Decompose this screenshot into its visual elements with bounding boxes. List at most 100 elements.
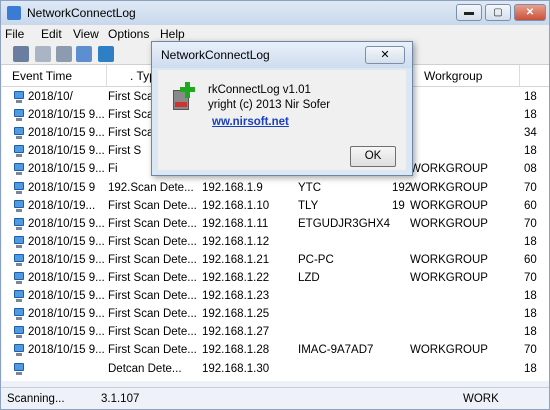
- status-bar: Scanning... 3.1.107 WORK: [1, 387, 549, 409]
- column-workgroup[interactable]: Workgroup: [424, 69, 482, 83]
- computer-icon: [13, 91, 25, 104]
- save-icon[interactable]: [13, 46, 29, 62]
- close-button[interactable]: ✕: [514, 4, 546, 21]
- cell-time: 2018/10/15 9: [28, 181, 96, 194]
- network-app-icon: [7, 6, 21, 20]
- cell-extra: 18: [524, 290, 537, 303]
- table-row[interactable]: 2018/10/15 9... First Scan Dete... 192.168…: [2, 342, 549, 360]
- cell-time: 2018/10/15 9...: [28, 308, 105, 321]
- menu-edit[interactable]: Edit: [41, 27, 62, 41]
- cell-type: Detcan Dete...: [108, 362, 182, 375]
- table-row[interactable]: 2018/10/15 9... First Scan Dete... 192.168…: [2, 270, 549, 288]
- cell-type: First Scan Dete...: [108, 199, 197, 212]
- cell-workgroup: WORKGROUP: [410, 344, 488, 357]
- cell-extra: 70: [524, 181, 537, 194]
- maximize-button[interactable]: ▢: [485, 4, 511, 21]
- computer-icon: [13, 109, 25, 122]
- table-row[interactable]: 2018/10/15 9... First Scan Dete... 192.168…: [2, 306, 549, 324]
- menu-view[interactable]: View: [73, 27, 99, 41]
- cell-ip: 192.168.1.27: [202, 326, 270, 339]
- table-row[interactable]: 2018/10/15 9... First Scan Dete... 192.168…: [2, 252, 549, 270]
- cell-type: Fi: [108, 163, 118, 176]
- cell-host: ETGUDJR3GHX4: [298, 217, 391, 230]
- cell-time: 2018/10/15 9...: [28, 344, 105, 357]
- dialog-copyright: yright (c) 2013 Nir Sofer: [208, 99, 331, 111]
- cell-time: 2018/10/15 9...: [28, 290, 105, 303]
- menu-help[interactable]: Help: [160, 27, 185, 41]
- table-row[interactable]: 2018/10/15 9... First Scan Dete... 192.168…: [2, 216, 549, 234]
- dialog-close-button[interactable]: ✕: [365, 46, 405, 64]
- cell-extra: 70: [524, 344, 537, 357]
- cell-workgroup: WORKGROUP: [410, 163, 488, 176]
- minimize-button[interactable]: ▬: [456, 4, 482, 21]
- cell-host: LZD: [298, 272, 320, 284]
- cell-extra: 60: [524, 253, 537, 266]
- table-row[interactable]: 2018/10/19... First Scan Dete... 192.168.1…: [2, 198, 549, 216]
- computer-icon: [13, 272, 25, 285]
- table-row[interactable]: 2018/10/15 9 192.Scan Dete... 192.168.1.9 Y…: [2, 180, 549, 198]
- status-text: Scanning...: [7, 393, 65, 405]
- cell-ip: 192.168.1.10: [202, 199, 270, 212]
- cell-workgroup: WORKGROUP: [410, 217, 488, 230]
- cell-type: First Scan Dete...: [108, 253, 197, 266]
- cell-time: 2018/10/15 9...: [28, 127, 105, 140]
- window-title: NetworkConnectLog: [27, 6, 136, 20]
- dialog-body: rkConnectLog v1.01 yright (c) 2013 Nir S…: [158, 70, 406, 170]
- cell-type: 192.Scan Dete...: [108, 181, 194, 194]
- cell-type: First S: [108, 145, 142, 158]
- cell-type: First Scan Dete...: [108, 217, 197, 230]
- cell-time: 2018/10/15 9...: [28, 235, 105, 248]
- title-bar: NetworkConnectLog ▬ ▢ ✕: [1, 1, 549, 25]
- computer-icon: [13, 344, 25, 357]
- cell-time: 2018/10/15 9...: [28, 217, 105, 230]
- column-event-time[interactable]: Event Time: [12, 69, 72, 83]
- computer-icon: [13, 181, 25, 195]
- status-right-fragment: WORK: [463, 393, 499, 405]
- menu-file[interactable]: File: [5, 27, 24, 41]
- html-report-icon[interactable]: [56, 46, 72, 62]
- about-dialog: NetworkConnectLog ✕ rkConnectLog v1.01 y…: [151, 41, 413, 176]
- cell-ip: 192.168.1.23: [202, 290, 270, 303]
- cell-time: 2018/10/19...: [28, 199, 96, 212]
- cell-time: 2018/10/15 9...: [28, 326, 105, 339]
- cell-host: IMAC-9A7AD7: [298, 344, 374, 357]
- app-logo-icon: [173, 82, 201, 112]
- cell-time: 2018/10/15 9...: [28, 145, 105, 158]
- dialog-website-link[interactable]: ww.nirsoft.net: [212, 116, 289, 128]
- cell-extra: 18: [524, 91, 537, 103]
- cell-extra: 18: [524, 109, 537, 122]
- cell-time: 2018/10/: [28, 91, 73, 103]
- table-row[interactable]: 2018/10/15 9... First Scan Dete... 192.168…: [2, 234, 549, 252]
- table-row[interactable]: 2018/10/15 9... First Scan Dete... 192.168…: [2, 288, 549, 306]
- properties-icon[interactable]: [76, 46, 92, 62]
- cell-extra: 70: [524, 272, 537, 284]
- copy-icon[interactable]: [35, 46, 51, 62]
- cell-workgroup: WORKGROUP: [410, 181, 488, 194]
- cell-type: First Scan Dete...: [108, 326, 197, 339]
- table-row[interactable]: Detcan Dete... 192.168.1.30 18: [2, 361, 549, 379]
- cell-ip: 192.168.1.22: [202, 272, 270, 284]
- column-separator: [106, 65, 107, 87]
- table-row[interactable]: 2018/10/15 9... First Scan Dete... 192.168…: [2, 324, 549, 342]
- cell-mac: 19: [392, 199, 405, 212]
- cell-extra: 70: [524, 217, 537, 230]
- cell-time: 2018/10/15 9...: [28, 163, 105, 176]
- cell-type: First Scan Dete...: [108, 235, 197, 248]
- cell-host: TLY: [298, 199, 319, 212]
- computer-icon: [13, 235, 25, 249]
- cell-extra: 08: [524, 163, 537, 176]
- ok-button[interactable]: OK: [350, 146, 396, 167]
- cell-extra: 18: [524, 145, 537, 158]
- cell-workgroup: WORKGROUP: [410, 253, 488, 266]
- cell-extra: 60: [524, 199, 537, 212]
- dialog-title-bar: NetworkConnectLog ✕: [152, 42, 412, 68]
- cell-ip: 192.168.1.28: [202, 344, 270, 357]
- cell-ip: 192.168.1.30: [202, 362, 270, 375]
- cell-host: PC-PC: [298, 253, 334, 266]
- cell-time: 2018/10/15 9...: [28, 272, 105, 284]
- exit-icon[interactable]: [98, 46, 114, 62]
- cell-type: First Scan Dete...: [108, 308, 197, 321]
- menu-options[interactable]: Options: [108, 27, 149, 41]
- cell-extra: 18: [524, 326, 537, 339]
- cell-extra: 18: [524, 308, 537, 321]
